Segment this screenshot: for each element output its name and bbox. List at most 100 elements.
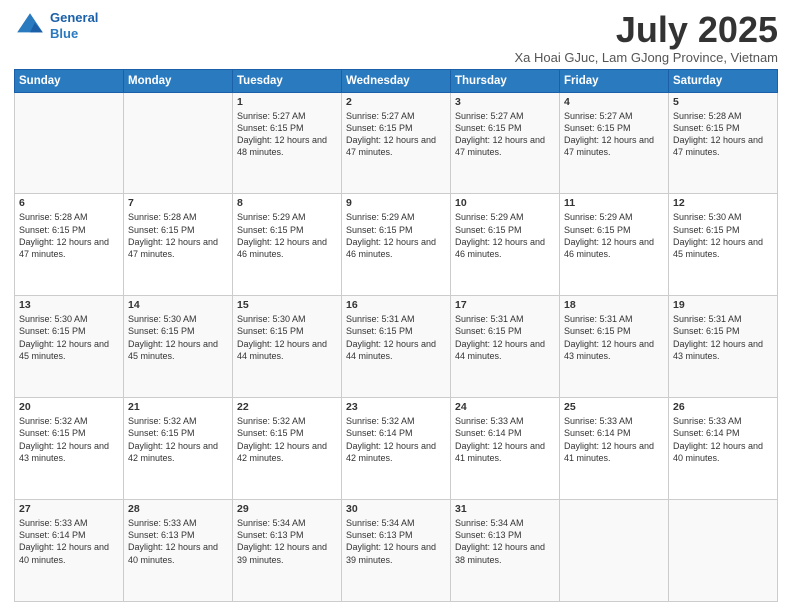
day-info: Sunrise: 5:33 AM Sunset: 6:14 PM Dayligh… — [19, 517, 119, 566]
calendar-cell: 28 Sunrise: 5:33 AM Sunset: 6:13 PM Dayli… — [124, 500, 233, 602]
day-number: 6 — [19, 197, 119, 209]
day-number: 26 — [673, 401, 773, 413]
day-number: 7 — [128, 197, 228, 209]
calendar-cell — [560, 500, 669, 602]
day-info: Sunrise: 5:30 AM Sunset: 6:15 PM Dayligh… — [673, 211, 773, 260]
day-number: 16 — [346, 299, 446, 311]
day-info: Sunrise: 5:29 AM Sunset: 6:15 PM Dayligh… — [346, 211, 446, 260]
col-saturday: Saturday — [669, 69, 778, 92]
day-info: Sunrise: 5:29 AM Sunset: 6:15 PM Dayligh… — [564, 211, 664, 260]
day-number: 5 — [673, 96, 773, 108]
calendar-cell: 15 Sunrise: 5:30 AM Sunset: 6:15 PM Dayli… — [233, 296, 342, 398]
day-number: 15 — [237, 299, 337, 311]
calendar-cell — [15, 92, 124, 194]
logo-line1: General — [50, 10, 98, 25]
day-number: 12 — [673, 197, 773, 209]
day-info: Sunrise: 5:32 AM Sunset: 6:15 PM Dayligh… — [128, 415, 228, 464]
day-info: Sunrise: 5:30 AM Sunset: 6:15 PM Dayligh… — [19, 313, 119, 362]
col-monday: Monday — [124, 69, 233, 92]
day-info: Sunrise: 5:33 AM Sunset: 6:14 PM Dayligh… — [455, 415, 555, 464]
day-number: 23 — [346, 401, 446, 413]
calendar-cell: 8 Sunrise: 5:29 AM Sunset: 6:15 PM Daylig… — [233, 194, 342, 296]
calendar-cell: 27Sunrise: 5:33 AM Sunset: 6:14 PM Dayli… — [15, 500, 124, 602]
title-month: July 2025 — [515, 10, 779, 50]
calendar-cell: 1 Sunrise: 5:27 AM Sunset: 6:15 PM Daylig… — [233, 92, 342, 194]
calendar-cell: 22 Sunrise: 5:32 AM Sunset: 6:15 PM Dayli… — [233, 398, 342, 500]
calendar-cell: 14Sunrise: 5:30 AM Sunset: 6:15 PM Dayli… — [124, 296, 233, 398]
calendar-table: Sunday Monday Tuesday Wednesday Thursday… — [14, 69, 778, 602]
day-info: Sunrise: 5:32 AM Sunset: 6:14 PM Dayligh… — [346, 415, 446, 464]
col-wednesday: Wednesday — [342, 69, 451, 92]
day-info: Sunrise: 5:31 AM Sunset: 6:15 PM Dayligh… — [455, 313, 555, 362]
calendar-cell: 9 Sunrise: 5:29 AM Sunset: 6:15 PM Daylig… — [342, 194, 451, 296]
calendar-cell: 16Sunrise: 5:31 AM Sunset: 6:15 PM Dayli… — [342, 296, 451, 398]
day-number: 3 — [455, 96, 555, 108]
day-number: 11 — [564, 197, 664, 209]
day-info: Sunrise: 5:33 AM Sunset: 6:14 PM Dayligh… — [564, 415, 664, 464]
day-number: 22 — [237, 401, 337, 413]
day-info: Sunrise: 5:34 AM Sunset: 6:13 PM Dayligh… — [237, 517, 337, 566]
day-number: 19 — [673, 299, 773, 311]
day-info: Sunrise: 5:28 AM Sunset: 6:15 PM Dayligh… — [128, 211, 228, 260]
day-number: 9 — [346, 197, 446, 209]
day-info: Sunrise: 5:30 AM Sunset: 6:15 PM Dayligh… — [128, 313, 228, 362]
calendar-cell: 18 Sunrise: 5:31 AM Sunset: 6:15 PM Dayli… — [560, 296, 669, 398]
calendar-cell: 4 Sunrise: 5:27 AM Sunset: 6:15 PM Daylig… — [560, 92, 669, 194]
logo-line2: Blue — [50, 26, 78, 41]
calendar-cell: 11 Sunrise: 5:29 AM Sunset: 6:15 PM Dayli… — [560, 194, 669, 296]
day-info: Sunrise: 5:27 AM Sunset: 6:15 PM Dayligh… — [346, 110, 446, 159]
day-number: 28 — [128, 503, 228, 515]
col-sunday: Sunday — [15, 69, 124, 92]
calendar-cell: 21 Sunrise: 5:32 AM Sunset: 6:15 PM Dayli… — [124, 398, 233, 500]
day-number: 21 — [128, 401, 228, 413]
logo: General Blue — [14, 10, 98, 42]
day-info: Sunrise: 5:28 AM Sunset: 6:15 PM Dayligh… — [19, 211, 119, 260]
day-number: 13 — [19, 299, 119, 311]
day-number: 29 — [237, 503, 337, 515]
calendar-cell: 5 Sunrise: 5:28 AM Sunset: 6:15 PM Daylig… — [669, 92, 778, 194]
day-number: 24 — [455, 401, 555, 413]
calendar-cell: 13 Sunrise: 5:30 AM Sunset: 6:15 PM Dayli… — [15, 296, 124, 398]
day-info: Sunrise: 5:33 AM Sunset: 6:13 PM Dayligh… — [128, 517, 228, 566]
calendar-week-row-3: 13 Sunrise: 5:30 AM Sunset: 6:15 PM Dayli… — [15, 296, 778, 398]
day-info: Sunrise: 5:30 AM Sunset: 6:15 PM Dayligh… — [237, 313, 337, 362]
day-number: 17 — [455, 299, 555, 311]
day-info: Sunrise: 5:27 AM Sunset: 6:15 PM Dayligh… — [564, 110, 664, 159]
day-number: 10 — [455, 197, 555, 209]
day-info: Sunrise: 5:34 AM Sunset: 6:13 PM Dayligh… — [346, 517, 446, 566]
day-info: Sunrise: 5:29 AM Sunset: 6:15 PM Dayligh… — [237, 211, 337, 260]
day-number: 30 — [346, 503, 446, 515]
calendar-cell: 19 Sunrise: 5:31 AM Sunset: 6:15 PM Dayli… — [669, 296, 778, 398]
day-info: Sunrise: 5:31 AM Sunset: 6:15 PM Dayligh… — [564, 313, 664, 362]
calendar-week-row-4: 20Sunrise: 5:32 AM Sunset: 6:15 PM Dayli… — [15, 398, 778, 500]
day-info: Sunrise: 5:33 AM Sunset: 6:14 PM Dayligh… — [673, 415, 773, 464]
calendar-cell: 26 Sunrise: 5:33 AM Sunset: 6:14 PM Dayli… — [669, 398, 778, 500]
logo-icon — [14, 10, 46, 42]
calendar-cell: 31Sunrise: 5:34 AM Sunset: 6:13 PM Dayli… — [451, 500, 560, 602]
calendar-week-row-1: 1 Sunrise: 5:27 AM Sunset: 6:15 PM Daylig… — [15, 92, 778, 194]
calendar-cell: 3Sunrise: 5:27 AM Sunset: 6:15 PM Daylig… — [451, 92, 560, 194]
calendar-cell: 17 Sunrise: 5:31 AM Sunset: 6:15 PM Dayli… — [451, 296, 560, 398]
calendar-cell: 24 Sunrise: 5:33 AM Sunset: 6:14 PM Dayli… — [451, 398, 560, 500]
calendar-body: 1 Sunrise: 5:27 AM Sunset: 6:15 PM Daylig… — [15, 92, 778, 601]
day-info: Sunrise: 5:27 AM Sunset: 6:15 PM Dayligh… — [237, 110, 337, 159]
calendar-cell: 29 Sunrise: 5:34 AM Sunset: 6:13 PM Dayli… — [233, 500, 342, 602]
day-info: Sunrise: 5:29 AM Sunset: 6:15 PM Dayligh… — [455, 211, 555, 260]
day-info: Sunrise: 5:28 AM Sunset: 6:15 PM Dayligh… — [673, 110, 773, 159]
calendar-cell: 12 Sunrise: 5:30 AM Sunset: 6:15 PM Dayli… — [669, 194, 778, 296]
col-friday: Friday — [560, 69, 669, 92]
day-number: 18 — [564, 299, 664, 311]
title-location: Xa Hoai GJuc, Lam GJong Province, Vietna… — [515, 50, 779, 65]
day-info: Sunrise: 5:32 AM Sunset: 6:15 PM Dayligh… — [237, 415, 337, 464]
calendar-cell — [124, 92, 233, 194]
calendar-week-row-5: 27Sunrise: 5:33 AM Sunset: 6:14 PM Dayli… — [15, 500, 778, 602]
calendar-cell: 25Sunrise: 5:33 AM Sunset: 6:14 PM Dayli… — [560, 398, 669, 500]
day-info: Sunrise: 5:31 AM Sunset: 6:15 PM Dayligh… — [673, 313, 773, 362]
day-info: Sunrise: 5:34 AM Sunset: 6:13 PM Dayligh… — [455, 517, 555, 566]
day-number: 1 — [237, 96, 337, 108]
calendar-cell: 20Sunrise: 5:32 AM Sunset: 6:15 PM Dayli… — [15, 398, 124, 500]
day-number: 4 — [564, 96, 664, 108]
day-info: Sunrise: 5:32 AM Sunset: 6:15 PM Dayligh… — [19, 415, 119, 464]
col-thursday: Thursday — [451, 69, 560, 92]
day-number: 8 — [237, 197, 337, 209]
